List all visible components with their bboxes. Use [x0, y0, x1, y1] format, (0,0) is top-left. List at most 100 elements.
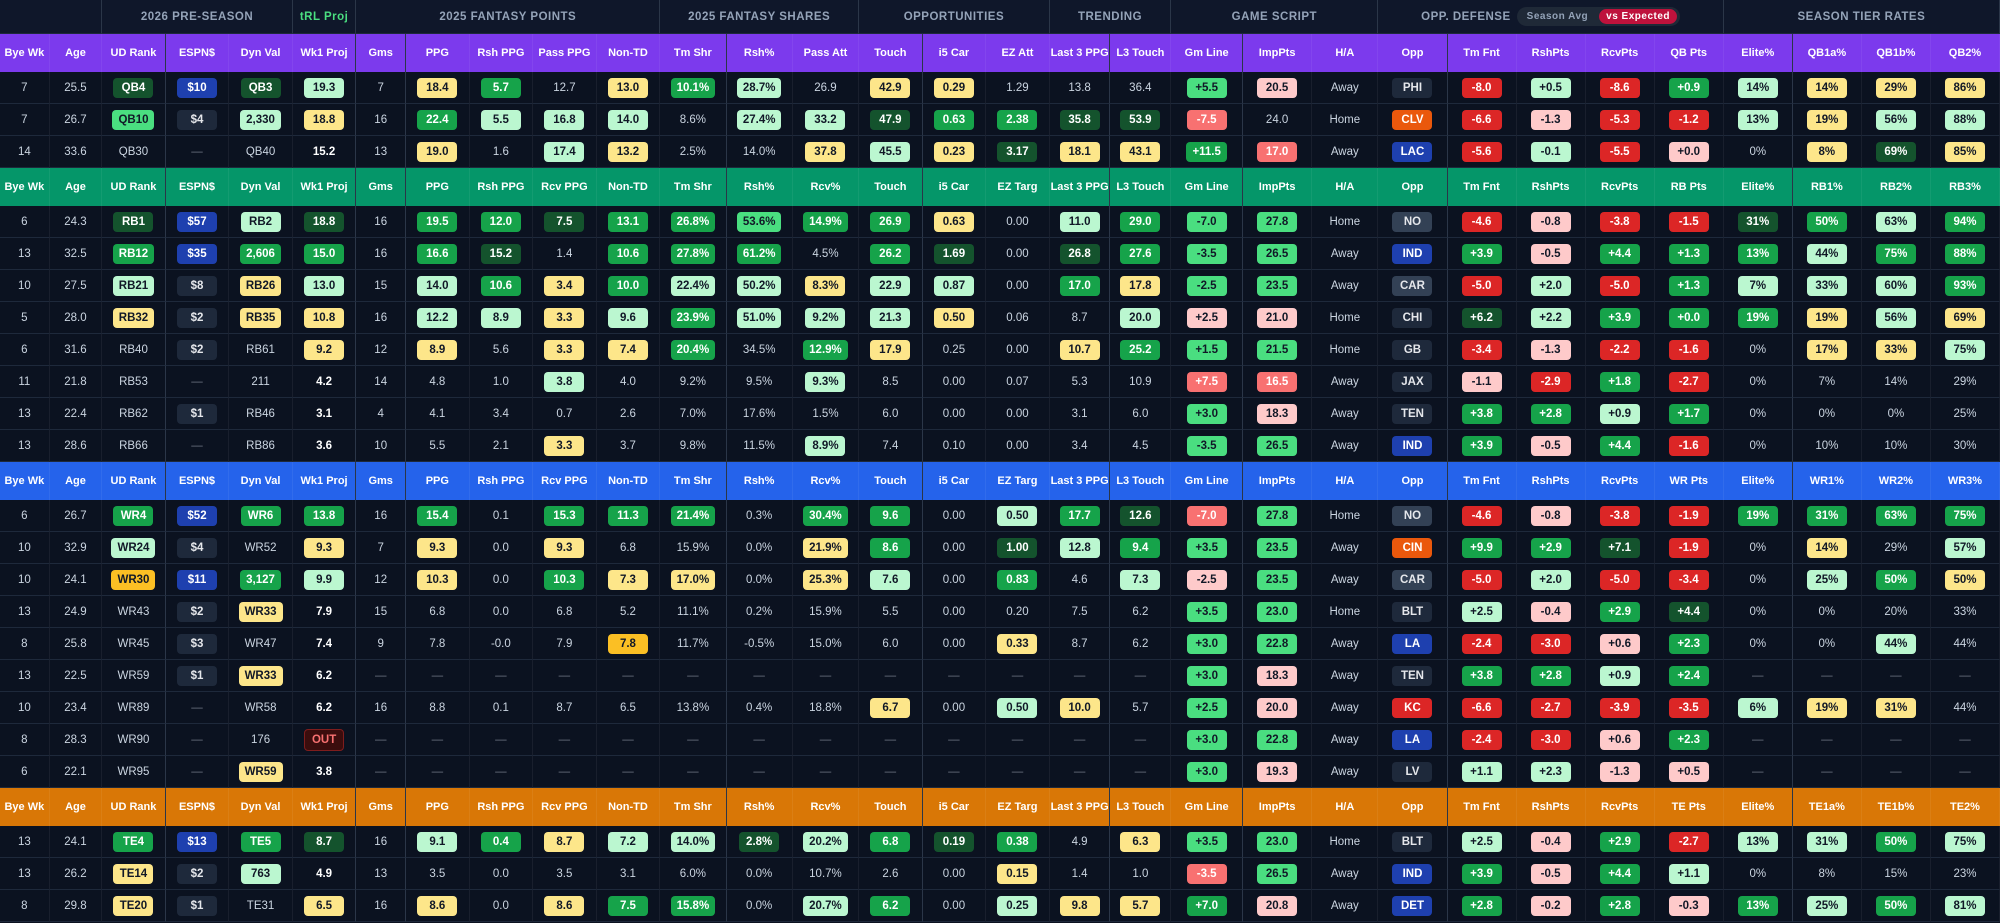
column-header-gms[interactable]: Gms — [356, 462, 407, 500]
column-header-age[interactable]: Age — [49, 462, 103, 500]
column-header-last-3-ppg[interactable]: Last 3 PPG — [1049, 462, 1111, 500]
column-header-opp[interactable]: Opp — [1378, 462, 1448, 500]
column-header-wk1-proj[interactable]: Wk1 Proj — [292, 788, 357, 826]
column-header-rb3[interactable]: RB3% — [1930, 168, 2000, 206]
column-header-non-td[interactable]: Non-TD — [596, 34, 661, 72]
column-header-rsh[interactable]: Rsh% — [726, 168, 793, 206]
column-header-non-td[interactable]: Non-TD — [596, 788, 661, 826]
column-header-tm-fnt[interactable]: Tm Fnt — [1447, 168, 1517, 206]
column-header-wr1[interactable]: WR1% — [1792, 462, 1862, 500]
column-header-tm-shr[interactable]: Tm Shr — [660, 168, 727, 206]
column-header-rcv-ppg[interactable]: Rcv PPG — [533, 462, 597, 500]
column-header-rb1[interactable]: RB1% — [1792, 168, 1862, 206]
column-header-tm-fnt[interactable]: Tm Fnt — [1447, 462, 1517, 500]
column-header-non-td[interactable]: Non-TD — [596, 168, 661, 206]
column-header-qb2[interactable]: QB2% — [1930, 34, 2000, 72]
column-header-ppg[interactable]: PPG — [406, 462, 470, 500]
column-header-i5-car[interactable]: i5 Car — [922, 34, 987, 72]
column-header-rsh-ppg[interactable]: Rsh PPG — [469, 168, 534, 206]
column-header-tm-shr[interactable]: Tm Shr — [660, 34, 727, 72]
column-header-ppg[interactable]: PPG — [406, 34, 470, 72]
column-header-bye-wk[interactable]: Bye Wk — [0, 788, 50, 826]
toggle-vs-expected[interactable]: vs Expected — [1599, 9, 1678, 24]
column-header-l3-touch[interactable]: L3 Touch — [1110, 34, 1172, 72]
column-header-elite[interactable]: Elite% — [1723, 34, 1793, 72]
column-header-ud-rank[interactable]: UD Rank — [102, 788, 166, 826]
column-header-te2[interactable]: TE2% — [1930, 788, 2000, 826]
column-header-h-a[interactable]: H/A — [1312, 462, 1379, 500]
column-header-gm-line[interactable]: Gm Line — [1171, 34, 1244, 72]
column-header-ppg[interactable]: PPG — [406, 788, 470, 826]
column-header-rsh[interactable]: Rsh% — [726, 462, 793, 500]
column-header-bye-wk[interactable]: Bye Wk — [0, 34, 50, 72]
column-header-ez-targ[interactable]: EZ Targ — [986, 788, 1050, 826]
column-header-qb1a[interactable]: QB1a% — [1792, 34, 1862, 72]
column-header-rcv[interactable]: Rcv% — [792, 462, 860, 500]
column-header-h-a[interactable]: H/A — [1312, 34, 1379, 72]
column-header-rshpts[interactable]: RshPts — [1516, 34, 1586, 72]
column-header-gm-line[interactable]: Gm Line — [1171, 168, 1244, 206]
column-header-rcv[interactable]: Rcv% — [792, 168, 860, 206]
column-header-rcv-ppg[interactable]: Rcv PPG — [533, 788, 597, 826]
column-header-touch[interactable]: Touch — [859, 34, 923, 72]
column-header-rsh-ppg[interactable]: Rsh PPG — [469, 788, 534, 826]
defense-mode-toggle[interactable]: Season Avg vs Expected — [1516, 7, 1681, 26]
column-header-rsh[interactable]: Rsh% — [726, 34, 793, 72]
column-header-qb1b[interactable]: QB1b% — [1861, 34, 1931, 72]
column-header-opp[interactable]: Opp — [1378, 34, 1448, 72]
column-header-opp[interactable]: Opp — [1378, 788, 1448, 826]
column-header-rcvpts[interactable]: RcvPts — [1585, 168, 1655, 206]
column-header-gms[interactable]: Gms — [356, 34, 407, 72]
column-header-imppts[interactable]: ImpPts — [1243, 168, 1313, 206]
column-header-non-td[interactable]: Non-TD — [596, 462, 661, 500]
column-header-tm-shr[interactable]: Tm Shr — [660, 462, 727, 500]
column-header-h-a[interactable]: H/A — [1312, 788, 1379, 826]
column-header-wk1-proj[interactable]: Wk1 Proj — [292, 168, 357, 206]
column-header-ud-rank[interactable]: UD Rank — [102, 462, 166, 500]
column-header-pass-att[interactable]: Pass Att — [792, 34, 860, 72]
column-header-gm-line[interactable]: Gm Line — [1171, 788, 1244, 826]
column-header-age[interactable]: Age — [49, 788, 103, 826]
column-header-qb-pts[interactable]: QB Pts — [1654, 34, 1724, 72]
column-header-wk1-proj[interactable]: Wk1 Proj — [292, 34, 357, 72]
toggle-season-avg[interactable]: Season Avg — [1520, 9, 1596, 24]
column-header-bye-wk[interactable]: Bye Wk — [0, 462, 50, 500]
column-header-tm-fnt[interactable]: Tm Fnt — [1447, 788, 1517, 826]
column-header-tm-fnt[interactable]: Tm Fnt — [1447, 34, 1517, 72]
column-header-gms[interactable]: Gms — [356, 788, 407, 826]
column-header-gms[interactable]: Gms — [356, 168, 407, 206]
column-header-ppg[interactable]: PPG — [406, 168, 470, 206]
column-header-last-3-ppg[interactable]: Last 3 PPG — [1049, 34, 1111, 72]
column-header-rsh-ppg[interactable]: Rsh PPG — [469, 34, 534, 72]
column-header-ez-att[interactable]: EZ Att — [986, 34, 1050, 72]
column-header-ez-targ[interactable]: EZ Targ — [986, 168, 1050, 206]
column-header-rshpts[interactable]: RshPts — [1516, 462, 1586, 500]
column-header-rb2[interactable]: RB2% — [1861, 168, 1931, 206]
column-header-opp[interactable]: Opp — [1378, 168, 1448, 206]
column-header-l3-touch[interactable]: L3 Touch — [1110, 462, 1172, 500]
column-header-age[interactable]: Age — [49, 168, 103, 206]
column-header-touch[interactable]: Touch — [859, 788, 923, 826]
column-header-tm-shr[interactable]: Tm Shr — [660, 788, 727, 826]
column-header-rcvpts[interactable]: RcvPts — [1585, 34, 1655, 72]
column-header-ud-rank[interactable]: UD Rank — [102, 168, 166, 206]
column-header-pass-ppg[interactable]: Pass PPG — [533, 34, 597, 72]
column-header-touch[interactable]: Touch — [859, 462, 923, 500]
column-header-elite[interactable]: Elite% — [1723, 462, 1793, 500]
column-header-wr3[interactable]: WR3% — [1930, 462, 2000, 500]
column-header-elite[interactable]: Elite% — [1723, 788, 1793, 826]
column-header-elite[interactable]: Elite% — [1723, 168, 1793, 206]
column-header-i5-car[interactable]: i5 Car — [922, 788, 987, 826]
column-header-rshpts[interactable]: RshPts — [1516, 788, 1586, 826]
column-header-dyn-val[interactable]: Dyn Val — [229, 34, 293, 72]
column-header-dyn-val[interactable]: Dyn Val — [229, 168, 293, 206]
column-header-te1a[interactable]: TE1a% — [1792, 788, 1862, 826]
column-header-rshpts[interactable]: RshPts — [1516, 168, 1586, 206]
column-header-h-a[interactable]: H/A — [1312, 168, 1379, 206]
column-header-ez-targ[interactable]: EZ Targ — [986, 462, 1050, 500]
column-header-last-3-ppg[interactable]: Last 3 PPG — [1049, 168, 1111, 206]
column-header-imppts[interactable]: ImpPts — [1243, 788, 1313, 826]
column-header-l3-touch[interactable]: L3 Touch — [1110, 788, 1172, 826]
column-header-touch[interactable]: Touch — [859, 168, 923, 206]
column-header-rsh-ppg[interactable]: Rsh PPG — [469, 462, 534, 500]
